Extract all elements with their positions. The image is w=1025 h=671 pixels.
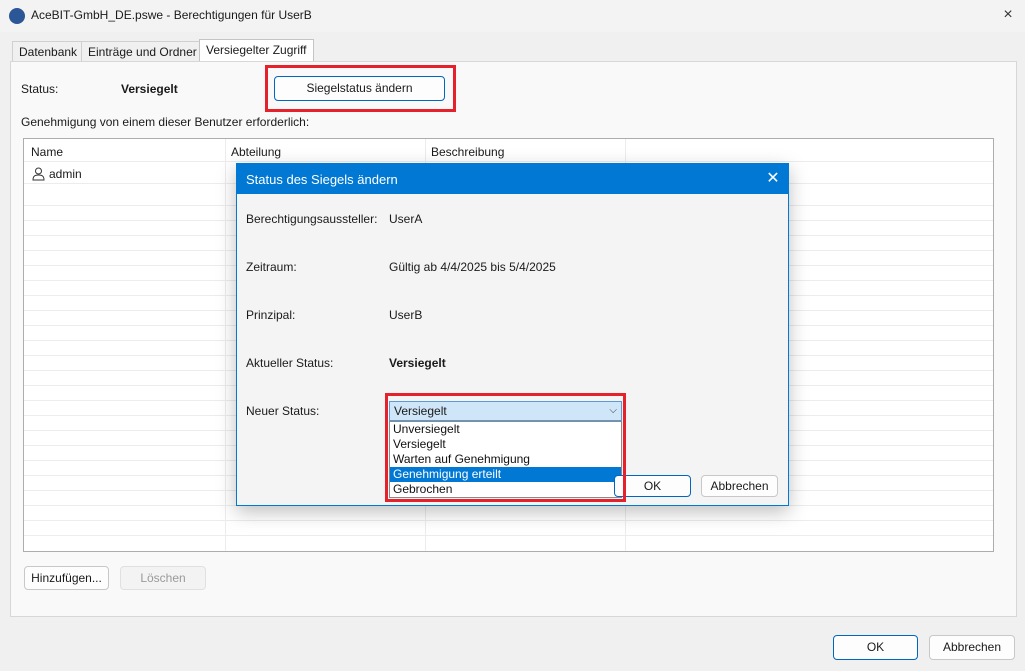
option-unversiegelt[interactable]: Unversiegelt (390, 422, 621, 437)
tab-datenbank[interactable]: Datenbank (12, 41, 85, 62)
column-header-abteilung[interactable]: Abteilung (231, 145, 281, 159)
option-warten-auf-genehmigung[interactable]: Warten auf Genehmigung (390, 452, 621, 467)
option-genehmigung-erteilt[interactable]: Genehmigung erteilt (390, 467, 621, 482)
window-title: AceBIT-GmbH_DE.pswe - Berechtigungen für… (31, 8, 312, 22)
new-status-label: Neuer Status: (246, 404, 320, 418)
change-seal-status-dialog: Status des Siegels ändern ✕ Berechtigung… (236, 163, 789, 506)
period-value: Gültig ab 4/4/2025 bis 5/4/2025 (389, 260, 556, 274)
column-header-beschreibung[interactable]: Beschreibung (431, 145, 504, 159)
status-label: Status: (21, 82, 59, 96)
new-status-select[interactable]: Versiegelt ⌵ (389, 401, 622, 421)
period-label: Zeitraum: (246, 260, 297, 274)
delete-button: Löschen (120, 566, 206, 590)
close-icon[interactable]: × (996, 4, 1020, 26)
approval-required-text: Genehmigung von einem dieser Benutzer er… (21, 115, 310, 129)
issuer-value: UserA (389, 212, 423, 226)
footer-cancel-button[interactable]: Abbrechen (929, 635, 1015, 660)
option-gebrochen[interactable]: Gebrochen (390, 482, 621, 497)
title-bar: AceBIT-GmbH_DE.pswe - Berechtigungen für… (0, 0, 1025, 32)
tab-versiegelter-zugriff[interactable]: Versiegelter Zugriff (199, 39, 314, 62)
dialog-ok-button[interactable]: OK (614, 475, 691, 497)
principal-label: Prinzipal: (246, 308, 296, 322)
dialog-title: Status des Siegels ändern (246, 172, 398, 187)
change-seal-status-button[interactable]: Siegelstatus ändern (274, 76, 445, 101)
footer-ok-button[interactable]: OK (833, 635, 918, 660)
chevron-down-icon[interactable]: ⌵ (609, 402, 617, 420)
key-app-icon (9, 8, 25, 24)
current-status-label: Aktueller Status: (246, 356, 334, 370)
tab-eintraege-und-ordner[interactable]: Einträge und Ordner (81, 41, 204, 62)
dialog-close-icon[interactable]: ✕ (763, 169, 783, 189)
user-name: admin (49, 167, 82, 181)
dialog-cancel-button[interactable]: Abbrechen (701, 475, 778, 497)
table-row[interactable]: admin (31, 166, 231, 182)
current-status-value: Versiegelt (389, 356, 446, 370)
status-value: Versiegelt (121, 82, 178, 96)
status-dropdown-list[interactable]: Unversiegelt Versiegelt Warten auf Geneh… (389, 421, 622, 498)
user-icon (32, 167, 45, 181)
issuer-label: Berechtigungsaussteller: (246, 212, 378, 226)
add-button[interactable]: Hinzufügen... (24, 566, 109, 590)
column-header-name[interactable]: Name (31, 145, 63, 159)
new-status-value: Versiegelt (394, 404, 447, 418)
option-versiegelt[interactable]: Versiegelt (390, 437, 621, 452)
principal-value: UserB (389, 308, 423, 322)
dialog-title-bar: Status des Siegels ändern ✕ (237, 164, 788, 194)
